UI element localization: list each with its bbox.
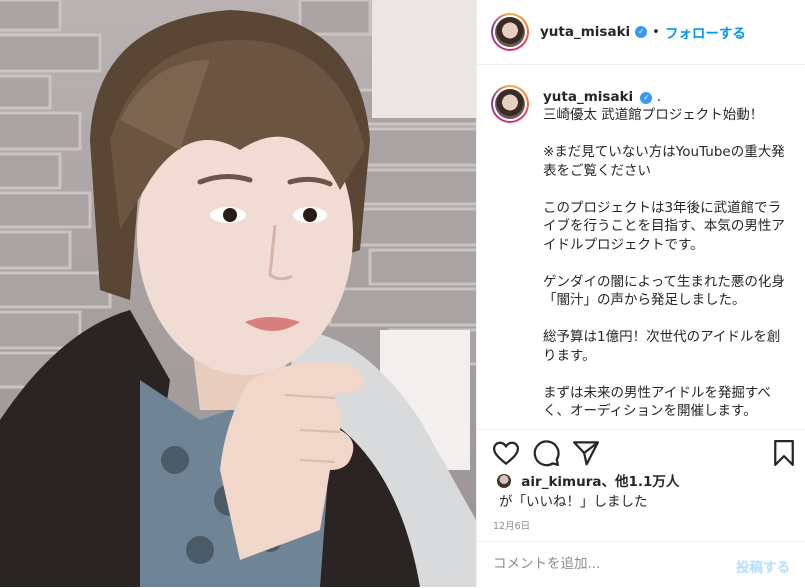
- header-avatar[interactable]: [491, 13, 529, 51]
- comment-bubble-icon[interactable]: [531, 438, 561, 468]
- likes-suffix: が「いいね！」しました: [499, 494, 648, 510]
- caption-username[interactable]: yuta_misaki: [543, 89, 633, 105]
- bookmark-icon[interactable]: [769, 438, 799, 468]
- post-comment-button[interactable]: 投稿する: [736, 556, 790, 576]
- caption-dot: .: [656, 89, 662, 105]
- paper-plane-icon[interactable]: [571, 438, 601, 468]
- verified-badge-icon: ✓: [635, 26, 648, 38]
- post-side-panel: yuta_misaki ✓ • フォローする yuta_misaki ✓ . 三…: [476, 0, 805, 587]
- liker-avatar[interactable]: [497, 474, 511, 488]
- post-date[interactable]: 12月6日: [493, 518, 530, 532]
- post-header: yuta_misaki ✓ • フォローする: [477, 0, 805, 65]
- liker-username[interactable]: air_kimura: [521, 474, 601, 490]
- caption-avatar[interactable]: [491, 85, 529, 123]
- caption-text: 三崎優太 武道館プロジェクト始動！ ※まだ見ていない方はYouTubeの重大発表…: [543, 107, 785, 419]
- photo-image: [0, 0, 476, 587]
- likes-count[interactable]: 、他1.1万人: [602, 474, 680, 490]
- heart-icon[interactable]: [491, 438, 521, 468]
- verified-badge-icon: ✓: [640, 92, 653, 104]
- comment-input[interactable]: [493, 556, 723, 572]
- comment-bar: 投稿する: [477, 541, 805, 588]
- caption-user-line: yuta_misaki ✓ .: [543, 89, 661, 105]
- header-username[interactable]: yuta_misaki: [540, 24, 630, 40]
- follow-button[interactable]: フォローする: [665, 22, 746, 42]
- likes-summary: air_kimura、他1.1万人 が「いいね！」しました: [497, 472, 679, 512]
- header-separator: •: [652, 24, 660, 40]
- post-actions: air_kimura、他1.1万人 が「いいね！」しました 12月6日: [477, 429, 805, 542]
- caption-area: yuta_misaki ✓ . 三崎優太 武道館プロジェクト始動！ ※まだ見てい…: [477, 65, 805, 429]
- post-photo[interactable]: [0, 0, 476, 587]
